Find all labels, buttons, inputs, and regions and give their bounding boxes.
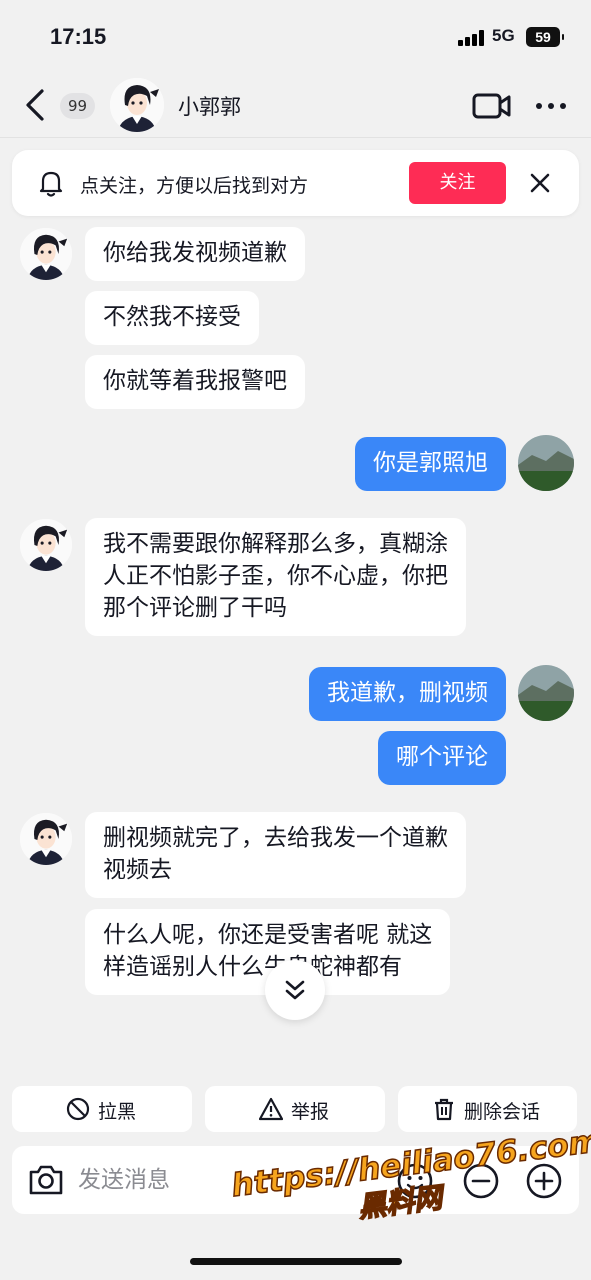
contact-name[interactable]: 小郭郭 bbox=[178, 91, 241, 121]
chat-header: 99 小郭郭 bbox=[0, 74, 591, 138]
camera-icon[interactable] bbox=[26, 1160, 66, 1200]
home-indicator[interactable] bbox=[190, 1258, 402, 1265]
status-bar: 17:15 5G 59 bbox=[0, 0, 591, 74]
network-type: 5G bbox=[492, 26, 515, 45]
sender-avatar[interactable] bbox=[20, 813, 72, 865]
my-avatar[interactable] bbox=[518, 435, 574, 491]
delete-chat-label: 删除会话 bbox=[464, 1101, 541, 1123]
message-bubble[interactable]: 你给我发视频道歉 bbox=[85, 227, 305, 281]
report-label: 举报 bbox=[291, 1101, 330, 1123]
scroll-down-button[interactable] bbox=[265, 960, 325, 1020]
warning-icon bbox=[258, 1097, 284, 1121]
battery-icon: 59 bbox=[526, 27, 564, 47]
sender-avatar[interactable] bbox=[20, 228, 72, 280]
my-avatar[interactable] bbox=[518, 665, 574, 721]
message-bubble[interactable]: 我道歉，删视频 bbox=[309, 667, 506, 721]
message-bubble[interactable]: 你是郭照旭 bbox=[355, 437, 506, 491]
block-icon bbox=[66, 1097, 90, 1121]
back-arrow-icon[interactable] bbox=[22, 88, 50, 122]
message-bubble[interactable]: 删视频就完了，去给我发一个道歉 视频去 bbox=[85, 812, 466, 898]
message-bubble[interactable]: 哪个评论 bbox=[378, 731, 506, 785]
video-call-icon[interactable] bbox=[472, 92, 512, 120]
status-time: 17:15 bbox=[50, 24, 107, 49]
follow-banner: 点关注，方便以后找到对方 关注 bbox=[12, 150, 579, 216]
message-bubble[interactable]: 我不需要跟你解释那么多，真糊涂 人正不怕影子歪，你不心虚，你把 那个评论删了干吗 bbox=[85, 518, 466, 636]
unread-count-badge[interactable]: 99 bbox=[60, 93, 96, 119]
signal-icon bbox=[458, 30, 486, 46]
block-label: 拉黑 bbox=[98, 1101, 137, 1123]
chevrons-down-icon bbox=[285, 980, 305, 1000]
follow-button[interactable]: 关注 bbox=[409, 162, 506, 204]
more-icon[interactable] bbox=[534, 94, 568, 118]
follow-banner-text: 点关注，方便以后找到对方 bbox=[80, 175, 309, 197]
contact-avatar[interactable] bbox=[110, 78, 164, 132]
report-button[interactable]: 举报 bbox=[205, 1086, 385, 1132]
message-bubble[interactable]: 你就等着我报警吧 bbox=[85, 355, 305, 409]
trash-icon bbox=[432, 1097, 456, 1121]
block-button[interactable]: 拉黑 bbox=[12, 1086, 192, 1132]
delete-chat-button[interactable]: 删除会话 bbox=[398, 1086, 577, 1132]
message-bubble[interactable]: 不然我不接受 bbox=[85, 291, 259, 345]
sender-avatar[interactable] bbox=[20, 519, 72, 571]
close-icon[interactable] bbox=[528, 171, 552, 195]
bell-icon bbox=[38, 169, 64, 197]
